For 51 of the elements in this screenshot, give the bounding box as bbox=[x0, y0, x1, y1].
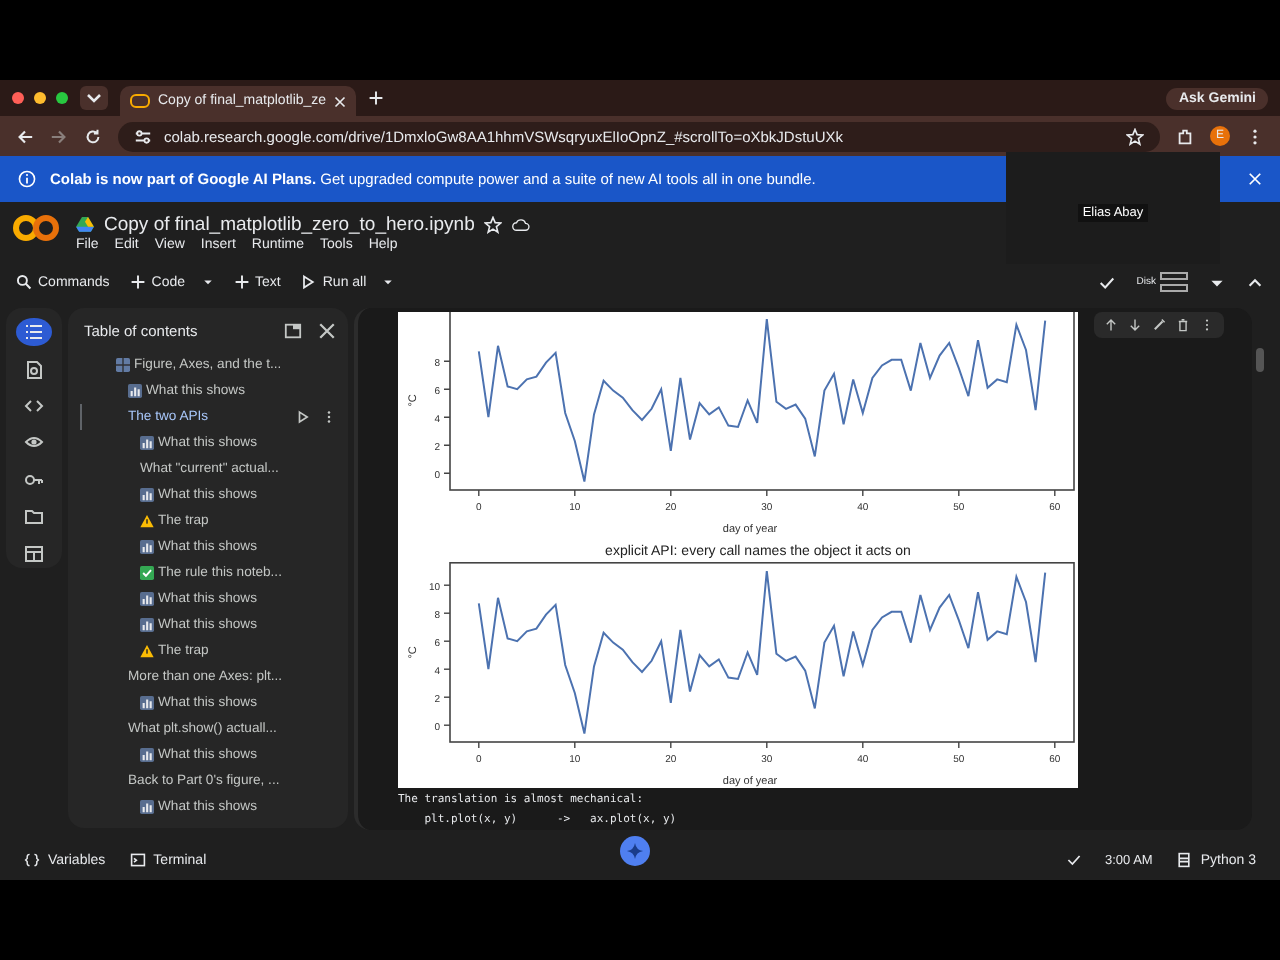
bar-chart-icon bbox=[140, 488, 154, 502]
caret-icon bbox=[382, 276, 395, 288]
bar-chart-icon bbox=[128, 384, 142, 398]
back-icon[interactable] bbox=[16, 127, 34, 145]
play-icon[interactable] bbox=[296, 410, 310, 424]
collapse-icon[interactable] bbox=[1246, 273, 1264, 291]
star-icon[interactable] bbox=[484, 215, 503, 233]
open-in-tab-icon[interactable] bbox=[284, 322, 302, 340]
notebook-title[interactable]: Copy of final_matplotlib_zero_to_hero.ipynb bbox=[104, 213, 475, 235]
site-settings-icon[interactable] bbox=[134, 127, 152, 145]
bar-chart-icon bbox=[140, 592, 154, 606]
drive-icon bbox=[76, 216, 94, 232]
plus-icon bbox=[129, 274, 146, 290]
new-tab-icon[interactable] bbox=[368, 90, 385, 106]
info-icon bbox=[18, 170, 36, 188]
play-icon bbox=[300, 274, 317, 290]
check-icon bbox=[140, 566, 154, 580]
bar-chart-icon bbox=[140, 436, 154, 450]
cloud-icon[interactable] bbox=[512, 215, 531, 233]
more-icon[interactable] bbox=[1200, 318, 1214, 332]
more-icon[interactable] bbox=[322, 410, 336, 424]
bar-chart-icon bbox=[140, 748, 154, 762]
check-icon bbox=[1065, 852, 1081, 868]
colab-logo-icon bbox=[130, 94, 150, 108]
pen-icon[interactable] bbox=[1152, 318, 1166, 332]
reload-icon[interactable] bbox=[84, 127, 102, 145]
table-of-contents-icon[interactable] bbox=[16, 318, 52, 347]
trash-icon[interactable] bbox=[1176, 318, 1190, 332]
forward-icon[interactable] bbox=[50, 127, 68, 145]
grid-icon bbox=[116, 358, 130, 372]
extensions-icon[interactable] bbox=[1176, 127, 1194, 145]
terminal-icon bbox=[129, 852, 146, 868]
warning-icon bbox=[140, 514, 154, 528]
down-arrow-icon[interactable] bbox=[1128, 318, 1142, 332]
warning-icon bbox=[140, 644, 154, 658]
plus-icon bbox=[233, 274, 250, 290]
server-icon bbox=[1176, 852, 1193, 868]
up-arrow-icon[interactable] bbox=[1104, 318, 1118, 332]
bar-chart-icon bbox=[140, 800, 154, 814]
bar-chart-icon bbox=[140, 540, 154, 554]
braces-icon bbox=[24, 852, 40, 868]
vertical-scrollbar[interactable] bbox=[1256, 348, 1264, 372]
bar-chart-icon bbox=[140, 696, 154, 710]
bar-chart-icon bbox=[140, 618, 154, 632]
sparkle-icon bbox=[626, 841, 645, 859]
check-icon bbox=[1098, 273, 1117, 291]
search-icon bbox=[16, 274, 32, 290]
caret-icon bbox=[201, 276, 214, 288]
star-icon[interactable] bbox=[1126, 127, 1144, 145]
tab-list-icon[interactable] bbox=[80, 86, 108, 110]
close-icon[interactable] bbox=[318, 322, 336, 340]
